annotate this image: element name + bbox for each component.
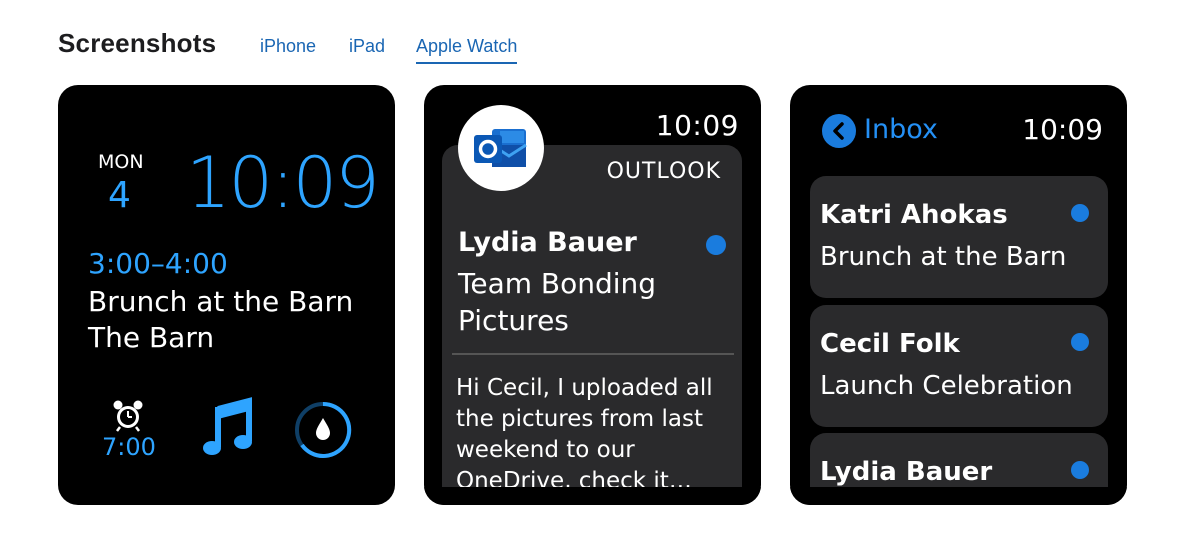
back-chevron-icon (822, 114, 856, 148)
unread-dot-icon (1071, 333, 1089, 351)
unread-dot-icon (706, 235, 726, 255)
back-label: Inbox (864, 114, 938, 145)
bottom-edge (424, 487, 761, 505)
email-sender: Lydia Bauer (458, 227, 637, 258)
email-preview: Hi Cecil, I uploaded all the pictures fr… (456, 375, 713, 494)
email-subject: Launch Celebration (820, 371, 1073, 401)
weekday-label: MON (98, 151, 144, 173)
section-title: Screenshots (58, 28, 217, 58)
email-sender: Katri Ahokas (820, 200, 1008, 230)
water-drop-ring-icon (295, 401, 352, 458)
email-sender: Cecil Folk (820, 329, 960, 359)
event-title: Brunch at the Barn (88, 285, 354, 318)
music-note-icon (203, 397, 252, 455)
watch-time: 10:09 (1022, 113, 1103, 146)
unread-dot-icon (1071, 204, 1089, 222)
list-item[interactable]: Katri Ahokas Brunch at the Barn (810, 176, 1108, 298)
screenshot-watch-face[interactable]: MON 4 10:09 3:00–4:00 Brunch at the Barn… (58, 85, 395, 505)
email-sender: Lydia Bauer (820, 457, 993, 487)
screenshot-inbox-list[interactable]: Inbox 10:09 Katri Ahokas Brunch at the B… (790, 85, 1127, 505)
app-name-label: OUTLOOK (606, 159, 721, 184)
unread-dot-icon (1071, 461, 1089, 479)
alarm-time: 7:00 (102, 433, 156, 461)
tab-apple-watch[interactable]: Apple Watch (416, 36, 518, 64)
screenshots-header: Screenshots iPhone iPad Apple Watch (58, 28, 618, 68)
divider (452, 353, 734, 355)
outlook-logo-icon (458, 105, 544, 191)
email-subject: Brunch at the Barn (820, 242, 1067, 272)
screenshot-outlook-notification[interactable]: 10:09 OUTLOOK Lydia Bauer Team Bonding P… (424, 85, 761, 505)
bottom-edge (790, 487, 1127, 505)
watch-time: 10:09 (186, 142, 380, 224)
event-time: 3:00–4:00 (88, 247, 228, 280)
list-item[interactable]: Cecil Folk Launch Celebration (810, 305, 1108, 427)
date-number: 4 (108, 175, 131, 216)
tab-iphone[interactable]: iPhone (260, 36, 316, 57)
email-subject: Team Bonding Pictures (458, 267, 657, 337)
alarm-clock-icon (113, 400, 143, 432)
tab-ipad[interactable]: iPad (349, 36, 385, 57)
watch-time: 10:09 (655, 109, 739, 142)
event-location: The Barn (88, 321, 215, 354)
